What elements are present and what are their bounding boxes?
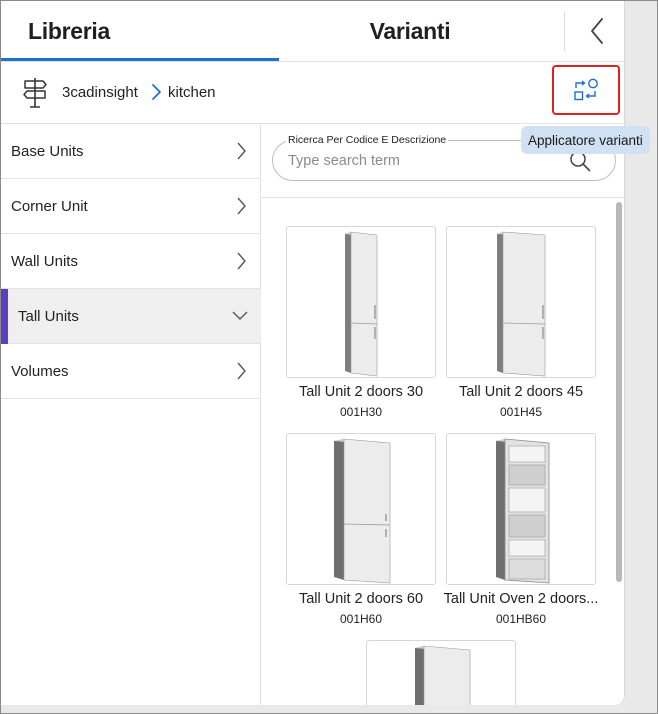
category-label: Wall Units bbox=[11, 252, 78, 270]
tall-unit-2-doors-thumbnail bbox=[334, 438, 391, 584]
product-code: 001H30 bbox=[339, 405, 383, 419]
category-wall-units[interactable]: Wall Units bbox=[1, 234, 261, 289]
chevron-right-icon bbox=[237, 197, 246, 215]
tab-bar: Libreria Varianti bbox=[1, 1, 624, 62]
category-base-units[interactable]: Base Units bbox=[1, 124, 261, 179]
chevron-right-icon bbox=[152, 84, 161, 100]
tall-unit-2-doors-thumbnail bbox=[345, 231, 378, 377]
product-card-tall-unit-30[interactable] bbox=[286, 226, 436, 378]
signpost-icon bbox=[23, 78, 47, 108]
variant-applicator-button[interactable] bbox=[552, 65, 620, 115]
product-code: 001HB60 bbox=[495, 612, 547, 626]
product-card-tall-unit-oven[interactable] bbox=[446, 433, 596, 585]
chevron-right-icon bbox=[237, 362, 246, 380]
category-label: Tall Units bbox=[18, 307, 79, 325]
category-label: Corner Unit bbox=[11, 197, 88, 215]
breadcrumb-root[interactable]: 3cadinsight bbox=[62, 84, 138, 101]
chevron-right-icon bbox=[237, 142, 246, 160]
swap-variant-icon bbox=[574, 78, 598, 101]
category-label: Base Units bbox=[11, 142, 84, 160]
tab-libreria[interactable]: Libreria bbox=[1, 1, 279, 61]
category-sidebar: Base Units Corner Unit Wall Units Tall U… bbox=[1, 124, 261, 705]
tall-unit-oven-thumbnail bbox=[496, 438, 550, 584]
product-name: Tall Unit 2 doors 45 bbox=[458, 384, 584, 400]
tall-unit-2-doors-thumbnail bbox=[497, 231, 546, 377]
product-card-tall-unit-60[interactable] bbox=[286, 433, 436, 585]
product-card-partial[interactable] bbox=[366, 640, 516, 705]
chevron-down-icon bbox=[232, 311, 248, 320]
chevron-left-icon bbox=[591, 18, 603, 44]
category-volumes[interactable]: Volumes bbox=[1, 344, 261, 399]
product-name: Tall Unit 2 doors 30 bbox=[298, 384, 424, 400]
product-card-tall-unit-45[interactable] bbox=[446, 226, 596, 378]
variant-applicator-tooltip: Applicatore varianti bbox=[521, 126, 650, 154]
product-name: Tall Unit 2 doors 60 bbox=[298, 591, 424, 607]
product-name: Tall Unit Oven 2 doors... bbox=[443, 591, 599, 607]
category-label: Volumes bbox=[11, 362, 69, 380]
product-code: 001H60 bbox=[339, 612, 383, 626]
tab-varianti[interactable]: Varianti bbox=[279, 1, 565, 61]
search-input[interactable] bbox=[288, 151, 558, 171]
results-scrollbar[interactable] bbox=[616, 202, 622, 582]
breadcrumb: 3cadinsight kitchen bbox=[1, 62, 624, 124]
chevron-right-icon bbox=[237, 252, 246, 270]
tab-divider bbox=[564, 11, 565, 51]
collapse-panel-button[interactable] bbox=[577, 11, 617, 51]
category-tall-units[interactable]: Tall Units bbox=[1, 289, 261, 344]
library-panel: Libreria Varianti 3cadinsight kitchen Ba… bbox=[1, 1, 625, 705]
product-code: 001H45 bbox=[499, 405, 543, 419]
divider bbox=[262, 197, 624, 198]
search-label: Ricerca Per Codice E Descrizione bbox=[286, 134, 449, 146]
active-tab-indicator bbox=[1, 58, 279, 61]
tall-unit-thumbnail bbox=[415, 645, 471, 705]
category-corner-unit[interactable]: Corner Unit bbox=[1, 179, 261, 234]
breadcrumb-current[interactable]: kitchen bbox=[168, 84, 216, 101]
